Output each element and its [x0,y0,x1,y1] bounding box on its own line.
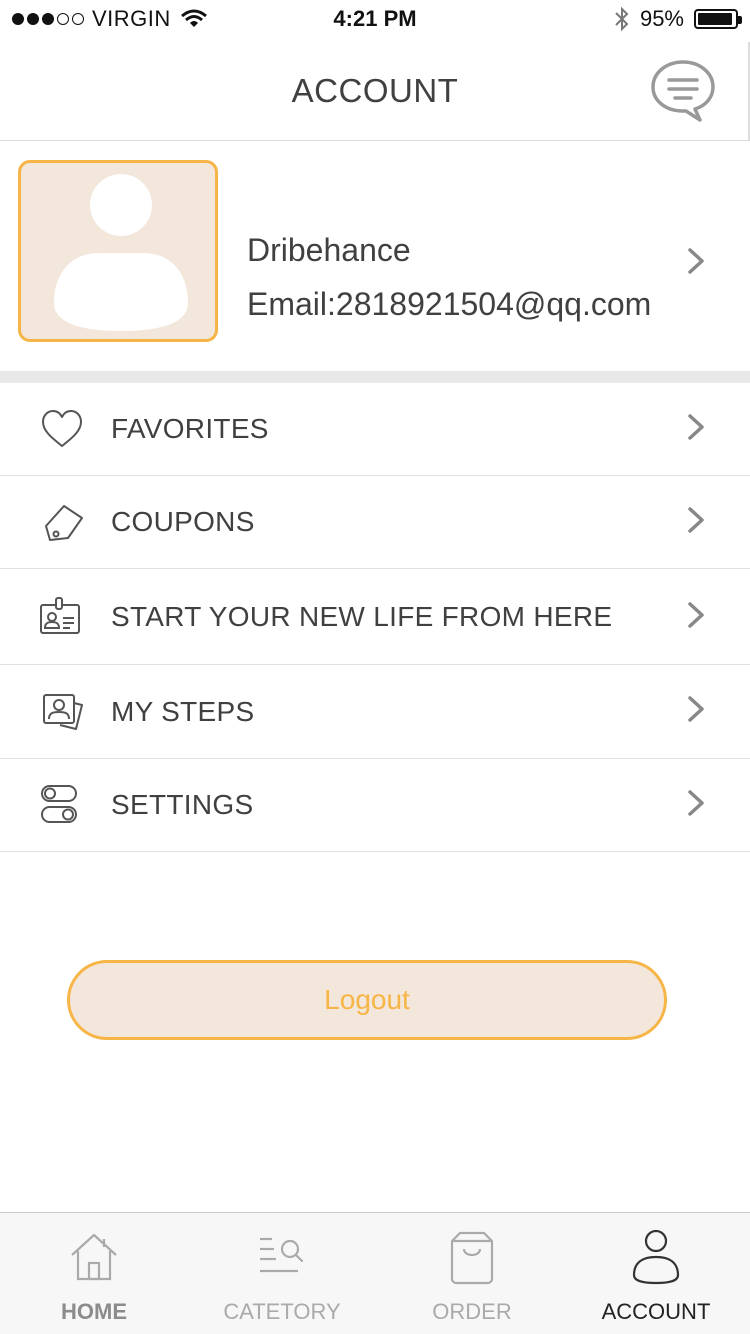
list-search-icon [260,1237,304,1273]
profile-header[interactable]: Dribehance Email:2818921504@qq.com [0,141,750,371]
photo-card-icon [43,694,83,730]
chevron-right-icon [688,507,704,533]
id-card-icon [40,597,80,634]
battery-level [698,13,733,25]
shopping-bag-icon [450,1231,494,1285]
tab-account[interactable]: ACCOUNT [562,1213,750,1334]
logout-button[interactable]: Logout [67,960,667,1040]
bluetooth-icon [615,6,629,32]
menu-label: MY STEPS [111,696,255,727]
menu-item-my-steps[interactable]: MY STEPS [0,665,750,759]
tab-label: ACCOUNT [601,1299,711,1324]
menu-item-favorites[interactable]: FAVORITES [0,383,750,476]
tab-home[interactable]: HOME [0,1213,188,1334]
page-title: ACCOUNT [291,72,459,109]
profile-name: Dribehance [247,232,411,268]
status-right: 95% [614,6,742,32]
toggle-icon [41,785,77,823]
heart-icon [42,410,82,447]
chat-bubble-icon[interactable] [648,58,718,124]
tag-icon [45,505,83,541]
status-bar: VIRGIN 4:21 PM 95% [0,0,750,42]
user-avatar-icon[interactable] [18,160,218,342]
nav-bar: ACCOUNT [0,42,750,141]
tab-category[interactable]: CATETORY [188,1213,376,1334]
home-icon [71,1233,117,1281]
chevron-right-icon [688,696,704,722]
menu-label: FAVORITES [111,413,269,444]
menu-label: SETTINGS [111,789,254,820]
menu-label: START YOUR NEW LIFE FROM HERE [111,601,613,632]
profile-email: Email:2818921504@qq.com [247,286,652,322]
chevron-right-icon[interactable] [684,247,708,275]
tab-bar: HOME CATETORY ORDER ACCOUNT [0,1212,750,1334]
menu-item-coupons[interactable]: COUPONS [0,476,750,569]
menu-item-start-new-life[interactable]: START YOUR NEW LIFE FROM HERE [0,569,750,665]
chevron-right-icon [688,790,704,816]
tab-label: CATETORY [223,1299,341,1324]
chevron-right-icon [688,414,704,440]
battery-percent: 95% [639,6,684,31]
user-icon [632,1229,680,1285]
chevron-right-icon [688,602,704,628]
menu-label: COUPONS [111,506,255,537]
tab-label: ORDER [432,1299,512,1324]
battery-icon [694,9,742,29]
account-menu: FAVORITES COUPONS START YOUR NEW LIFE FR… [0,383,750,852]
section-divider [0,371,750,383]
tab-label: HOME [61,1299,127,1324]
tab-order[interactable]: ORDER [378,1213,566,1334]
menu-item-settings[interactable]: SETTINGS [0,759,750,852]
